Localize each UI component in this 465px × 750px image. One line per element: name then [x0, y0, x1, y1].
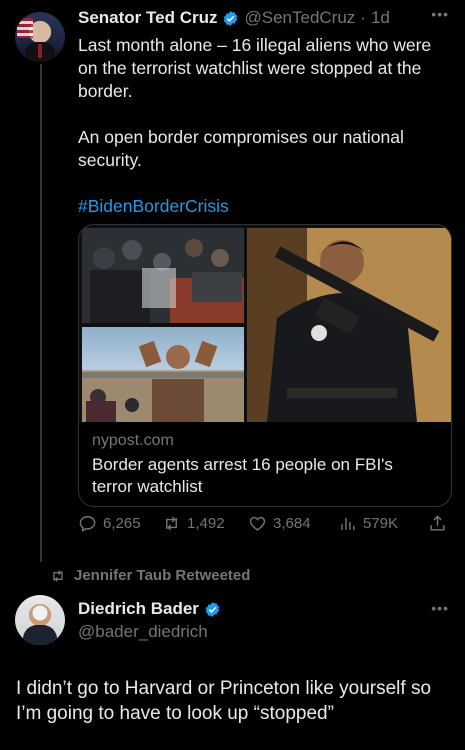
- like-count: 3,684: [273, 515, 311, 532]
- avatar-tie: [38, 44, 42, 58]
- share-button[interactable]: [428, 514, 447, 533]
- avatar-diedrich-bader[interactable]: [15, 595, 65, 645]
- tweet1-author-name[interactable]: Senator Ted Cruz: [78, 8, 217, 28]
- tweet1-handle[interactable]: @SenTedCruz: [244, 8, 355, 28]
- verified-badge-icon: [224, 10, 238, 26]
- tweet1-header: Senator Ted Cruz @SenTedCruz · 1d: [78, 8, 390, 28]
- more-icon[interactable]: •••: [431, 600, 449, 616]
- retweet-button[interactable]: 1,492: [162, 514, 225, 533]
- share-icon: [430, 515, 445, 531]
- link-card[interactable]: nypost.com Border agents arrest 16 peopl…: [78, 224, 452, 507]
- retweet-icon: [53, 569, 63, 582]
- views-count: 579K: [363, 515, 399, 532]
- avatar-flag: [17, 18, 33, 38]
- card-domain: nypost.com: [92, 432, 174, 449]
- tweet1-text: Last month alone – 16 illegal aliens who…: [78, 34, 448, 241]
- tweet2-text: I didn’t go to Harvard or Princeton like…: [16, 678, 432, 724]
- avatar-ted-cruz[interactable]: [15, 12, 65, 62]
- tweet2-author-name[interactable]: Diedrich Bader: [78, 599, 199, 619]
- card-title: Border agents arrest 16 people on FBI's …: [92, 455, 393, 496]
- views-button[interactable]: 579K: [338, 514, 398, 533]
- verified-badge-icon: [205, 601, 220, 617]
- reply-icon: [79, 516, 96, 532]
- retweet-icon: [166, 516, 177, 531]
- like-icon: [249, 516, 266, 531]
- like-button[interactable]: 3,684: [248, 514, 311, 533]
- tweet1-paragraph-2: An open border compromises our national …: [78, 127, 404, 170]
- card-photo-agents-crowd: [82, 228, 244, 323]
- tweet2-header: Diedrich Bader: [78, 599, 221, 619]
- retweeted-by-label[interactable]: Jennifer Taub Retweeted: [50, 567, 250, 584]
- card-photo-armed-officer: [247, 228, 451, 422]
- tweet1-separator: ·: [360, 8, 366, 27]
- views-icon: [341, 517, 355, 530]
- card-photo-detained-man: [82, 327, 244, 422]
- action-bar: 6,265 1,492 3,684 579K: [78, 514, 450, 536]
- tweet1-time[interactable]: 1d: [371, 8, 390, 28]
- hashtag-link[interactable]: #BidenBorderCrisis: [78, 196, 229, 216]
- tweet1-paragraph-1: Last month alone – 16 illegal aliens who…: [78, 35, 432, 101]
- retweeted-by-text: Jennifer Taub Retweeted: [74, 567, 251, 584]
- card-image: [79, 225, 451, 422]
- thread-line: [40, 64, 42, 562]
- tweet2-handle[interactable]: @bader_diedrich: [78, 622, 208, 642]
- more-icon[interactable]: •••: [431, 6, 449, 22]
- retweet-count: 1,492: [187, 515, 225, 532]
- avatar-jacket: [23, 625, 57, 645]
- reply-count: 6,265: [103, 515, 141, 532]
- reply-button[interactable]: 6,265: [78, 514, 141, 533]
